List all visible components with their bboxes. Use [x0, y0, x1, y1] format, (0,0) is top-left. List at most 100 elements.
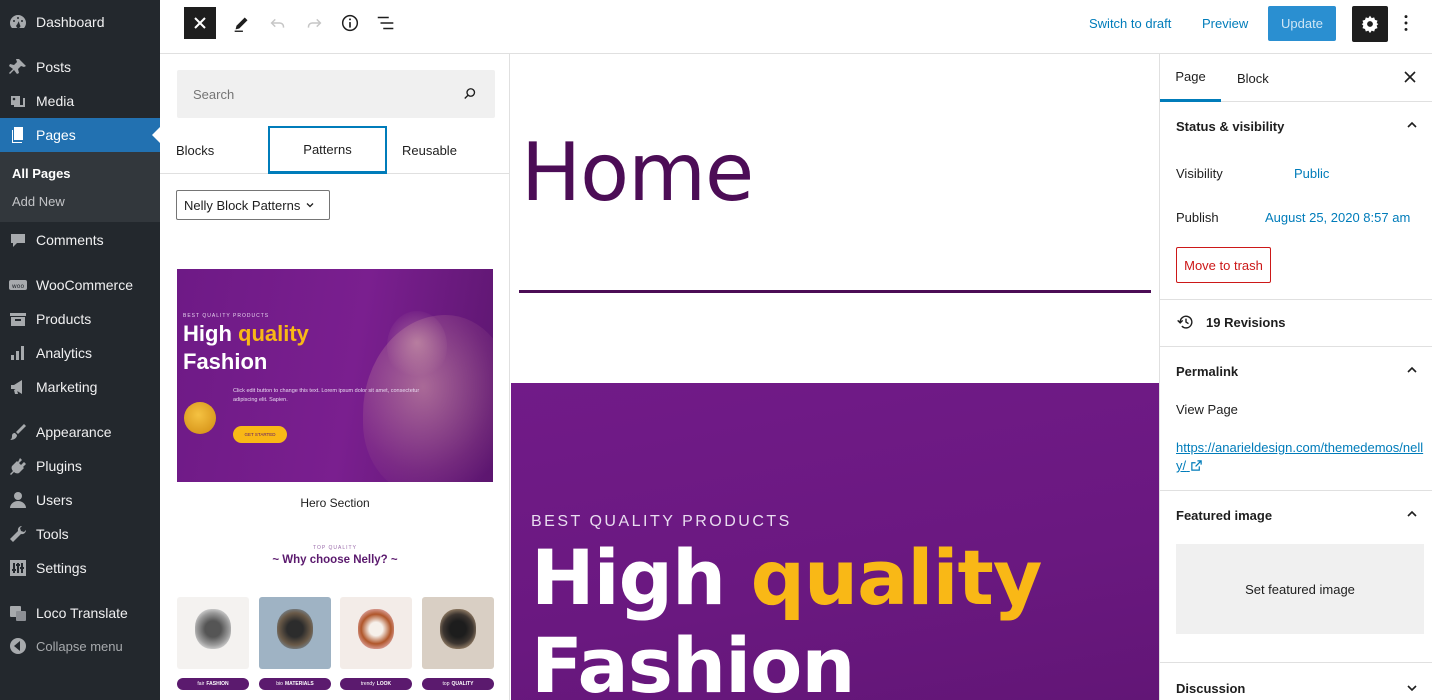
feature-label-prefix: top	[442, 681, 450, 687]
editor-toolbar: Switch to draft Preview Update	[160, 0, 1432, 54]
pattern-category-value: Nelly Block Patterns	[184, 197, 301, 213]
translate-icon	[0, 603, 36, 623]
publish-date-button[interactable]: August 25, 2020 8:57 am	[1265, 210, 1410, 225]
hero-heading-line2[interactable]: Fashion	[531, 621, 855, 700]
feature-label: fair FASHION	[177, 678, 249, 690]
hero-cover-block[interactable]: BEST QUALITY PRODUCTS High quality Fashi…	[511, 383, 1159, 700]
comment-icon	[0, 230, 36, 250]
tab-patterns[interactable]: Patterns	[268, 126, 387, 174]
move-to-trash-button[interactable]: Move to trash	[1176, 247, 1271, 283]
menu-posts[interactable]: Posts	[0, 50, 160, 84]
featured-image-toggle[interactable]: Featured image	[1176, 508, 1272, 523]
hero-section-pattern-preview[interactable]: BEST QUALITY PRODUCTS High quality Fashi…	[177, 269, 493, 482]
details-button[interactable]	[334, 7, 366, 39]
collapse-menu-button[interactable]: Collapse menu	[0, 629, 160, 663]
dog-photo	[358, 609, 394, 649]
menu-media[interactable]: Media	[0, 84, 160, 118]
pages-submenu: All Pages Add New	[0, 152, 160, 222]
menu-pages[interactable]: Pages	[0, 118, 160, 152]
switch-to-draft-button[interactable]: Switch to draft	[1089, 16, 1171, 31]
hero-pretitle[interactable]: BEST QUALITY PRODUCTS	[531, 513, 792, 531]
tab-page[interactable]: Page	[1160, 54, 1221, 102]
visibility-value-button[interactable]: Public	[1294, 166, 1329, 181]
tab-block[interactable]: Block	[1237, 54, 1269, 102]
menu-comments[interactable]: Comments	[0, 223, 160, 257]
redo-icon	[307, 18, 322, 28]
chevron-down-icon[interactable]	[1405, 681, 1419, 695]
undo-icon	[270, 18, 285, 28]
menu-plugins[interactable]: Plugins	[0, 449, 160, 483]
hero-heading-line1[interactable]: High quality	[531, 533, 1042, 622]
revisions-button[interactable]: 19 Revisions	[1176, 312, 1286, 332]
svg-text:woo: woo	[12, 283, 25, 290]
separator-block[interactable]	[519, 290, 1151, 293]
inserter-tabs: Blocks Patterns Reusable	[160, 126, 510, 174]
pattern-category-select[interactable]: Nelly Block Patterns	[176, 190, 330, 220]
page-title[interactable]: Home	[521, 126, 754, 219]
status-visibility-toggle[interactable]: Status & visibility	[1176, 119, 1284, 134]
user-icon	[0, 490, 36, 510]
menu-label: Comments	[36, 232, 104, 248]
media-icon	[0, 91, 36, 111]
menu-users[interactable]: Users	[0, 483, 160, 517]
search-input[interactable]	[177, 70, 447, 118]
permalink-toggle[interactable]: Permalink	[1176, 364, 1238, 379]
menu-dashboard[interactable]: Dashboard	[0, 5, 160, 39]
close-settings-button[interactable]	[1402, 69, 1418, 85]
dog-photo	[277, 609, 313, 649]
dog-photo	[195, 609, 231, 649]
hero-preview-heading-line1: High quality	[183, 321, 309, 347]
search-icon[interactable]	[461, 85, 479, 103]
plugin-icon	[0, 456, 36, 476]
menu-label: Media	[36, 93, 75, 109]
divider	[1160, 299, 1432, 300]
preview-button[interactable]: Preview	[1202, 16, 1248, 31]
menu-label: Posts	[36, 59, 72, 75]
menu-marketing[interactable]: Marketing	[0, 370, 160, 404]
outline-button[interactable]	[370, 7, 402, 39]
edit-tool-button[interactable]	[226, 7, 258, 39]
view-page-label: View Page	[1176, 402, 1238, 417]
menu-label: Settings	[36, 560, 87, 576]
dashboard-icon	[0, 12, 36, 32]
pencil-icon	[234, 17, 248, 32]
chevron-up-icon[interactable]	[1405, 363, 1419, 377]
menu-settings[interactable]: Settings	[0, 551, 160, 585]
avatar	[184, 402, 216, 434]
dog-card-image	[422, 597, 494, 669]
heading-accent-word: quality	[238, 321, 309, 346]
submenu-all-pages[interactable]: All Pages	[12, 166, 71, 181]
discussion-toggle[interactable]: Discussion	[1176, 681, 1245, 696]
close-inserter-button[interactable]	[184, 7, 216, 39]
feature-label: trendy LOOK	[340, 678, 412, 690]
menu-label: Appearance	[36, 424, 112, 440]
chevron-up-icon[interactable]	[1405, 118, 1419, 132]
feature-label-word: FASHION	[206, 681, 229, 687]
menu-analytics[interactable]: Analytics	[0, 336, 160, 370]
tab-blocks[interactable]: Blocks	[176, 126, 214, 174]
more-options-button[interactable]	[1390, 7, 1422, 39]
menu-loco-translate[interactable]: Loco Translate	[0, 596, 160, 630]
divider	[1160, 490, 1432, 491]
chevron-up-icon[interactable]	[1405, 507, 1419, 521]
feature-label: bio MATERIALS	[259, 678, 331, 690]
permalink-link[interactable]: https://anarieldesign.com/themedemos/nel…	[1176, 439, 1426, 475]
why-preview-title[interactable]: ~ Why choose Nelly? ~	[177, 554, 493, 566]
set-featured-image-button[interactable]: Set featured image	[1176, 544, 1424, 634]
menu-label: Products	[36, 311, 92, 327]
tab-reusable[interactable]: Reusable	[402, 126, 457, 174]
menu-label: Collapse menu	[36, 638, 123, 654]
submenu-add-new[interactable]: Add New	[12, 194, 65, 209]
menu-appearance[interactable]: Appearance	[0, 415, 160, 449]
menu-label: Analytics	[36, 345, 93, 361]
settings-toggle-button[interactable]	[1352, 6, 1388, 42]
redo-button[interactable]	[298, 7, 330, 39]
menu-woocommerce[interactable]: woo WooCommerce	[0, 268, 160, 302]
menu-tools[interactable]: Tools	[0, 517, 160, 551]
dog-head-shape	[387, 311, 447, 381]
menu-label: Loco Translate	[36, 605, 128, 621]
menu-products[interactable]: Products	[0, 302, 160, 336]
update-button[interactable]: Update	[1268, 6, 1336, 41]
undo-button[interactable]	[262, 7, 294, 39]
feature-label-word: QUALITY	[451, 681, 474, 687]
